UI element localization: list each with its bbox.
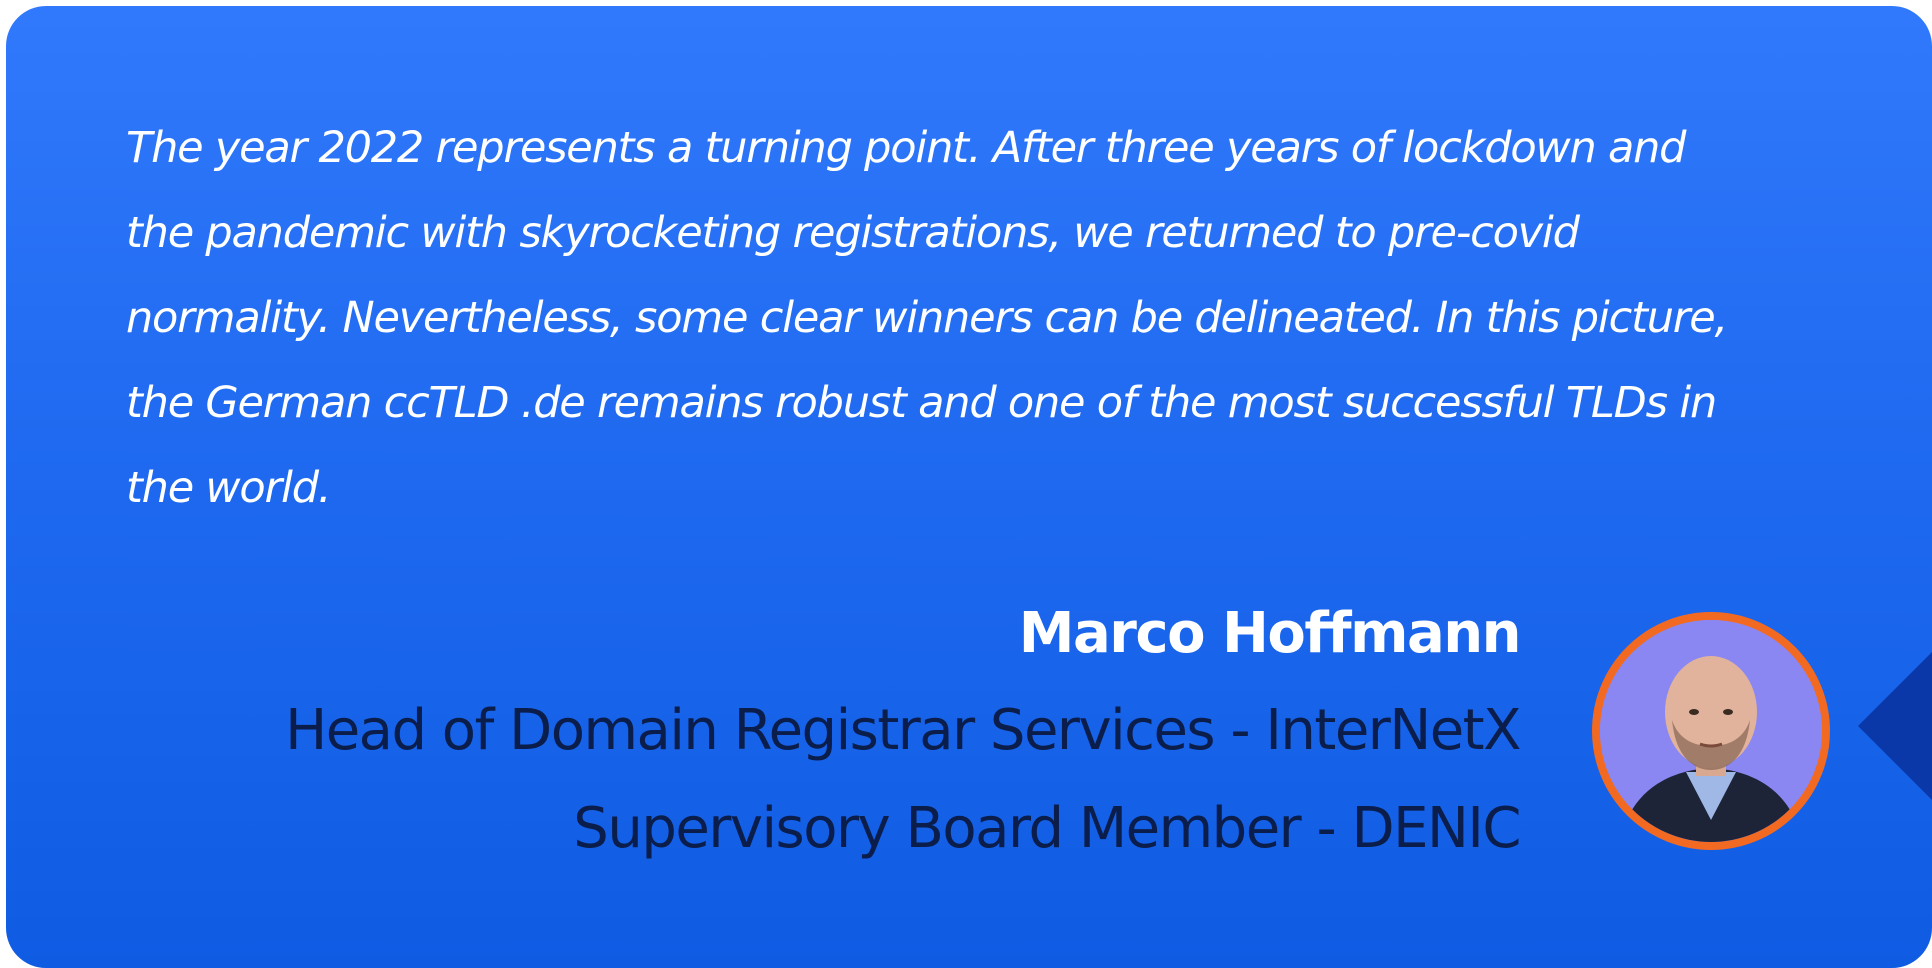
- quote-line: normality. Nevertheless, some clear winn…: [126, 293, 1728, 343]
- author-block: Marco Hoffmann Head of Domain Registrar …: [285, 586, 1522, 878]
- quote-line: the German ccTLD .de remains robust and …: [126, 378, 1717, 428]
- author-name: Marco Hoffmann: [1018, 601, 1522, 666]
- quote-line: The year 2022 represents a turning point…: [126, 123, 1686, 173]
- person-portrait-icon: [1600, 620, 1822, 842]
- quote-line: the pandemic with skyrocketing registrat…: [126, 208, 1580, 258]
- quote-line: the world.: [126, 463, 332, 513]
- author-role: Head of Domain Registrar Services - Inte…: [285, 698, 1521, 763]
- testimonial-quote: The year 2022 represents a turning point…: [126, 106, 1846, 531]
- author-role: Supervisory Board Member - DENIC: [573, 796, 1521, 861]
- avatar: [1592, 612, 1830, 850]
- pointer-triangle: [1858, 646, 1932, 806]
- testimonial-card: The year 2022 represents a turning point…: [6, 6, 1932, 968]
